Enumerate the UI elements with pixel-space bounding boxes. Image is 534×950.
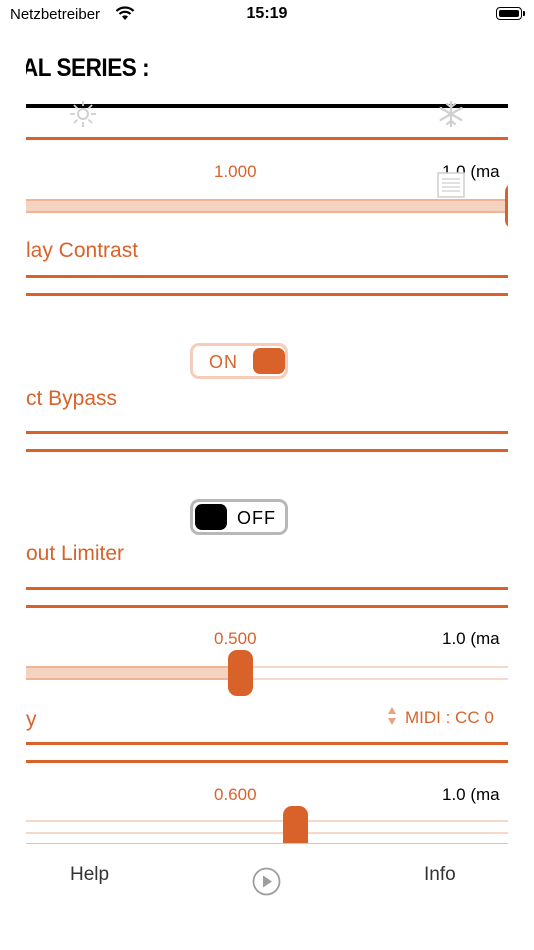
slider-value: 1.000 (214, 162, 257, 181)
slider-track-filled[interactable] (26, 666, 240, 680)
play-icon[interactable] (252, 867, 281, 896)
sun-icon[interactable] (69, 100, 97, 128)
toggle-knob (253, 348, 285, 374)
document-icon[interactable] (437, 172, 465, 198)
settings-panel: AL SERIES : 1.000 1.0 (ma lay Contrast O… (26, 0, 508, 843)
slider-value: 0.600 (214, 785, 257, 804)
slider-track-empty[interactable] (240, 666, 508, 680)
setting-label: y (26, 708, 37, 731)
midi-cc-label[interactable]: MIDI : CC 0 (405, 708, 494, 728)
divider (26, 137, 508, 140)
tabbar-divider (26, 843, 508, 844)
slider-thumb[interactable] (228, 650, 253, 696)
divider (26, 587, 508, 590)
slider-max-label: 1.0 (ma (442, 785, 500, 804)
title-divider (26, 104, 508, 108)
divider (26, 293, 508, 296)
divider (26, 742, 508, 745)
bypass-toggle[interactable]: ON (190, 343, 288, 379)
toggle-knob (195, 504, 227, 530)
setting-label: ct Bypass (26, 387, 118, 410)
slider-thumb[interactable] (283, 806, 308, 843)
slider-value: 0.500 (214, 629, 257, 648)
setting-label: out Limiter (26, 542, 125, 565)
slider-thumb[interactable] (505, 183, 508, 229)
divider (26, 449, 508, 452)
slider-max-label: 1.0 (ma (442, 629, 500, 648)
divider (26, 605, 508, 608)
toggle-label: ON (209, 352, 238, 372)
toggle-label: OFF (237, 508, 276, 528)
sort-arrows-icon[interactable] (387, 706, 397, 726)
help-tab[interactable]: Help (70, 864, 109, 886)
setting-label: lay Contrast (26, 239, 139, 262)
divider (26, 431, 508, 434)
slider-track[interactable] (26, 199, 508, 213)
divider (26, 275, 508, 278)
divider (26, 760, 508, 763)
limiter-toggle[interactable]: OFF (190, 499, 288, 535)
slider-track[interactable] (26, 820, 508, 834)
info-tab[interactable]: Info (424, 864, 456, 886)
page-title: AL SERIES : (26, 54, 150, 82)
snowflake-icon[interactable] (437, 100, 465, 128)
